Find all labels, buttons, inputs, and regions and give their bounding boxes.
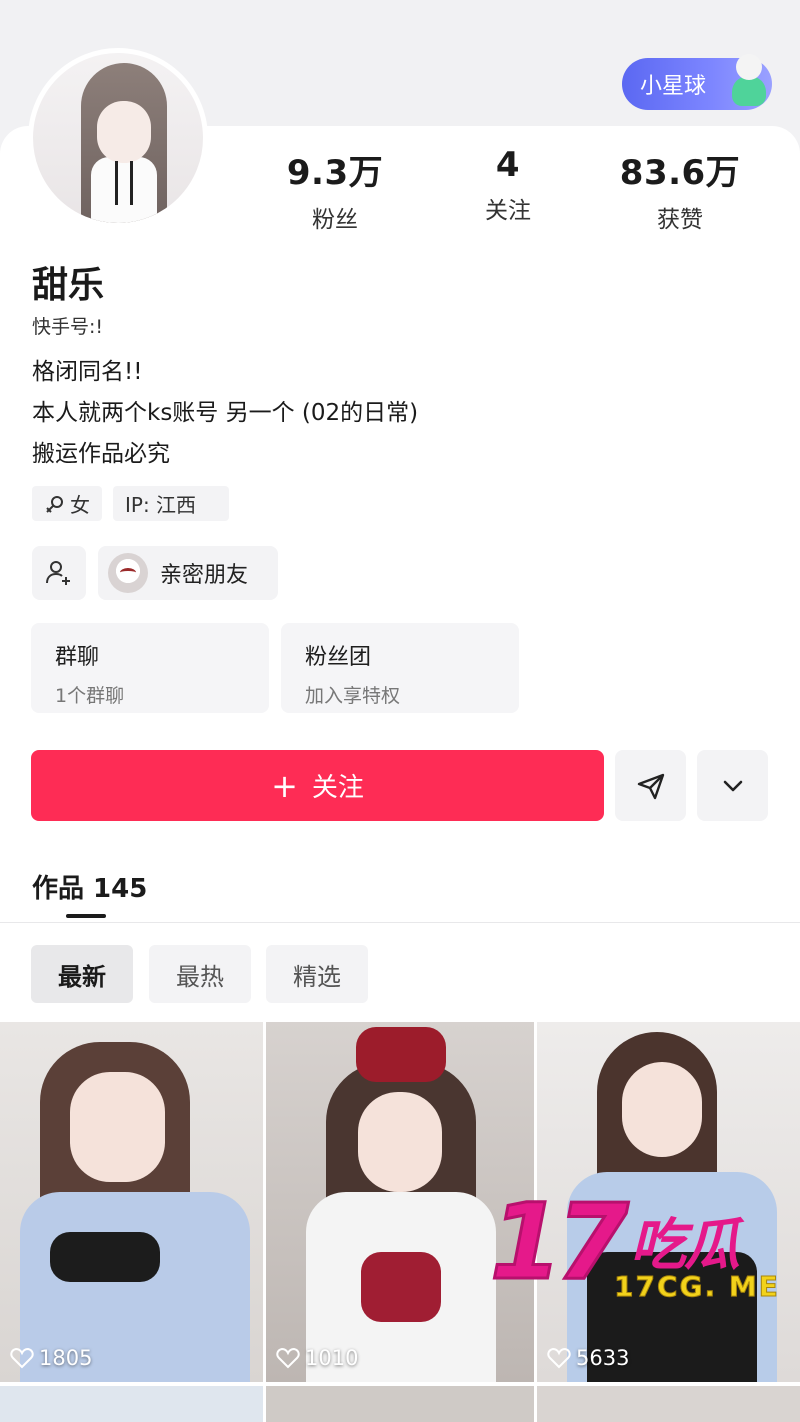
likes-count: 1805	[10, 1346, 92, 1370]
group-chat-card[interactable]: 群聊 1个群聊	[31, 623, 269, 713]
add-friend-button[interactable]	[32, 546, 86, 600]
profile-avatar[interactable]	[28, 48, 208, 228]
video-thumbnail[interactable]: 1805	[0, 1022, 263, 1382]
plus-icon: +	[271, 766, 298, 805]
send-icon	[637, 773, 664, 799]
video-thumbnail[interactable]	[537, 1386, 800, 1422]
stat-likes-label: 获赞	[657, 207, 703, 233]
group-chat-subtitle: 1个群聊	[55, 685, 125, 707]
stat-likes[interactable]: 83.6万 获赞	[605, 145, 755, 234]
divider	[0, 922, 800, 923]
video-thumbnail[interactable]	[0, 1386, 263, 1422]
gender-tag: 女	[32, 486, 102, 521]
profile-name: 甜乐	[32, 265, 105, 306]
group-chat-title: 群聊	[55, 645, 100, 670]
bio-line: 格闭同名!!	[32, 359, 143, 385]
tab-works[interactable]: 作品 145	[32, 868, 147, 905]
stat-following-value: 4	[495, 145, 521, 185]
fan-club-title: 粉丝团	[305, 645, 372, 670]
watermark-logo: 17 吃瓜 17CG. ME	[489, 1181, 780, 1304]
add-user-icon	[46, 561, 70, 585]
heart-icon	[547, 1347, 571, 1369]
filter-hottest[interactable]: 最热	[149, 945, 251, 1003]
profile-ks-id[interactable]: 快手号:!	[32, 312, 103, 339]
bio-line: 搬运作品必究	[32, 441, 170, 467]
heart-icon	[276, 1347, 300, 1369]
stat-likes-value: 83.6万	[619, 153, 741, 193]
tab-works-indicator	[66, 914, 106, 918]
close-friends-button[interactable]: 亲密朋友	[98, 546, 278, 600]
female-icon	[46, 495, 63, 513]
stat-fans-label: 粉丝	[312, 207, 358, 233]
send-message-button[interactable]	[615, 750, 686, 821]
fan-club-subtitle: 加入享特权	[305, 685, 401, 707]
ip-tag: IP: 江西	[113, 486, 229, 521]
close-friend-avatar	[108, 553, 148, 593]
filter-latest[interactable]: 最新	[31, 945, 133, 1003]
stat-following[interactable]: 4 关注	[433, 145, 583, 225]
likes-count: 1010	[276, 1346, 358, 1370]
close-friends-label: 亲密朋友	[160, 563, 249, 588]
stat-fans[interactable]: 9.3万 粉丝	[260, 145, 410, 234]
follow-button[interactable]: + 关注	[31, 750, 604, 821]
planet-figure-icon	[726, 52, 774, 110]
ip-tag-label: IP: 江西	[125, 493, 197, 517]
chevron-down-icon	[723, 780, 742, 791]
likes-count: 5633	[547, 1346, 629, 1370]
planet-button[interactable]: 小星球	[622, 54, 772, 110]
heart-icon	[10, 1347, 34, 1369]
profile-bio: 格闭同名!! 本人就两个ks账号 另一个 (02的日常) 搬运作品必究	[32, 352, 418, 475]
filter-featured[interactable]: 精选	[266, 945, 368, 1003]
follow-button-label: 关注	[311, 773, 364, 803]
video-thumbnail[interactable]	[266, 1386, 534, 1422]
bio-line: 本人就两个ks账号 另一个 (02的日常)	[32, 400, 419, 426]
fan-club-card[interactable]: 粉丝团 加入享特权	[281, 623, 519, 713]
stat-fans-value: 9.3万	[286, 153, 384, 193]
more-options-button[interactable]	[697, 750, 768, 821]
stat-following-label: 关注	[485, 198, 531, 224]
planet-button-label: 小星球	[640, 74, 707, 99]
gender-tag-label: 女	[70, 493, 90, 517]
